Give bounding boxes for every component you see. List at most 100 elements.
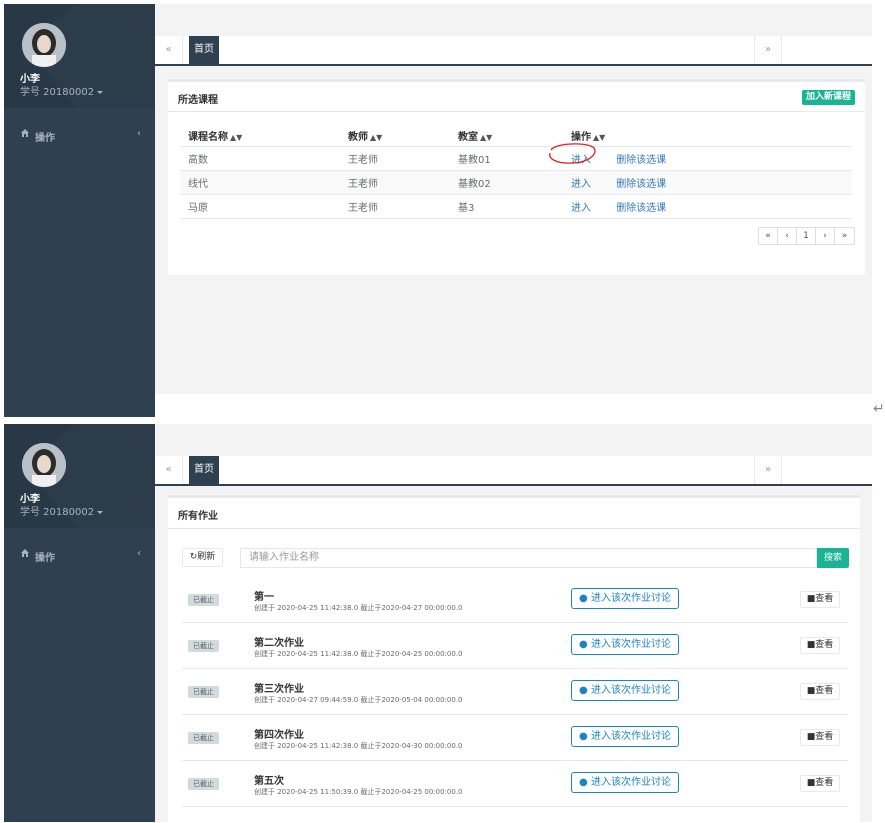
homework-title: 第五次	[254, 776, 284, 787]
sidebar-item-label: 操作	[35, 133, 55, 144]
page-first-button[interactable]: «	[759, 228, 778, 244]
sort-icon: ▲▼	[370, 132, 383, 142]
folder-icon: ■	[806, 778, 816, 788]
caret-down-icon	[97, 90, 104, 94]
avatar[interactable]	[22, 23, 66, 67]
search-input[interactable]: 请输入作业名称	[240, 548, 817, 568]
table-row: 马原 王老师 基3 进入 删除该选课	[180, 194, 852, 219]
delete-course-link[interactable]: 删除该选课	[616, 203, 666, 214]
homework-title: 第一	[254, 592, 274, 603]
sidebar-item-operations[interactable]: 操作 ‹	[4, 124, 155, 146]
discussion-label: 进入该次作业讨论	[590, 593, 671, 604]
chevron-left-icon: ‹	[137, 548, 141, 559]
refresh-label: 刷新	[197, 552, 216, 562]
view-button[interactable]: ■查看	[800, 683, 840, 700]
status-badge: 已截止	[188, 778, 219, 790]
sort-icon: ▲▼	[593, 132, 606, 142]
sort-icon: ▲▼	[230, 132, 243, 142]
discussion-label: 进入该次作业讨论	[590, 685, 671, 696]
footer	[155, 394, 872, 417]
delete-course-link[interactable]: 删除该选课	[616, 155, 666, 166]
discussion-button[interactable]: ● 进入该次作业讨论	[571, 634, 679, 655]
user-id-dropdown[interactable]: 学号 20180002	[20, 83, 104, 98]
view-label: 查看	[815, 778, 834, 788]
home-icon	[21, 549, 29, 560]
folder-icon: ■	[806, 640, 816, 650]
tab-scroll-left-button[interactable]: «	[155, 36, 183, 64]
sidebar: 小李 学号 20180002 操作 ‹	[4, 424, 155, 822]
comments-icon: ●	[579, 685, 588, 696]
pagination: « ‹ 1 › »	[758, 227, 855, 245]
homework-title: 第三次作业	[254, 684, 304, 695]
tab-scroll-right-button[interactable]: »	[754, 456, 782, 484]
view-button[interactable]: ■查看	[800, 729, 840, 746]
red-circle-annotation	[549, 142, 596, 164]
divider	[168, 111, 865, 112]
course-box: 所选课程 加入新课程 课程名称 ▲▼ 教师 ▲▼ 教室 ▲▼ 操作 ▲▼ 高数 王老师 …	[168, 79, 865, 275]
view-button[interactable]: ■查看	[800, 775, 840, 792]
chevron-left-icon: ‹	[137, 128, 141, 139]
cell-actions: 进入 删除该选课	[549, 142, 852, 171]
sort-icon: ▲▼	[480, 132, 493, 142]
status-badge: 已截止	[188, 732, 219, 744]
view-label: 查看	[815, 732, 834, 742]
avatar[interactable]	[22, 443, 66, 487]
divider	[168, 528, 860, 529]
cell-room: 基3	[450, 194, 563, 219]
discussion-button[interactable]: ● 进入该次作业讨论	[571, 588, 679, 609]
user-id-label: 学号 20180002	[20, 87, 95, 98]
sidebar-item-operations[interactable]: 操作 ‹	[4, 544, 155, 566]
return-arrow-icon: ↵	[873, 401, 885, 417]
top-navbar	[155, 4, 872, 36]
view-button[interactable]: ■查看	[800, 637, 840, 654]
view-button[interactable]: ■查看	[800, 591, 840, 608]
cell-course-name: 线代	[180, 170, 340, 195]
homework-meta: 创建于 2020-04-25 11:42:38.0 截止于2020-04-27 …	[254, 604, 463, 612]
tab-bar: « 首页 »	[155, 36, 872, 66]
discussion-label: 进入该次作业讨论	[590, 731, 671, 742]
enter-course-link[interactable]: 进入	[571, 179, 591, 190]
column-header-teacher[interactable]: 教师 ▲▼	[340, 125, 450, 147]
refresh-button[interactable]: ↻刷新	[182, 548, 223, 567]
view-label: 查看	[815, 686, 834, 696]
delete-course-link[interactable]: 删除该选课	[616, 179, 666, 190]
tab-home[interactable]: 首页	[189, 36, 219, 64]
discussion-button[interactable]: ● 进入该次作业讨论	[571, 680, 679, 701]
enter-course-link[interactable]: 进入	[571, 203, 591, 214]
homework-meta: 创建于 2020-04-25 11:42:38.0 截止于2020-04-25 …	[254, 650, 463, 658]
sidebar-item-label: 操作	[35, 553, 55, 564]
page-last-button[interactable]: »	[835, 228, 854, 244]
page-number-button[interactable]: 1	[797, 228, 816, 244]
view-label: 查看	[815, 640, 834, 650]
homework-title: 第四次作业	[254, 730, 304, 741]
tab-scroll-left-button[interactable]: «	[155, 456, 183, 484]
add-course-button[interactable]: 加入新课程	[801, 90, 855, 105]
top-navbar	[155, 424, 872, 456]
discussion-label: 进入该次作业讨论	[590, 639, 671, 650]
tab-home[interactable]: 首页	[189, 456, 219, 484]
page-next-button[interactable]: ›	[816, 228, 835, 244]
homework-page: 小李 学号 20180002 操作 ‹ « 首页 » 所有作业 ↻刷新 请输入作…	[4, 424, 872, 822]
status-badge: 已截止	[188, 640, 219, 652]
homework-meta: 创建于 2020-04-27 09:44:59.0 截止于2020-05-04 …	[254, 696, 463, 704]
cell-actions: 进入 删除该选课	[563, 194, 852, 219]
user-id-dropdown[interactable]: 学号 20180002	[20, 503, 104, 518]
folder-icon: ■	[806, 732, 816, 742]
tab-scroll-right-button[interactable]: »	[754, 36, 782, 64]
homework-title: 第二次作业	[254, 638, 304, 649]
page-prev-button[interactable]: ‹	[778, 228, 797, 244]
search-button[interactable]: 搜索	[817, 548, 849, 568]
profile-header: 小李 学号 20180002	[4, 424, 155, 528]
cell-course-name: 马原	[180, 194, 340, 219]
comments-icon: ●	[579, 731, 588, 742]
list-item: 已截止 第四次作业 创建于 2020-04-25 11:42:38.0 截止于2…	[182, 715, 848, 761]
column-header-actions[interactable]: 操作 ▲▼	[563, 125, 852, 147]
course-page: 小李 学号 20180002 操作 ‹ « 首页 » 所选课程 加入新课程 课程…	[4, 4, 872, 417]
folder-icon: ■	[806, 594, 816, 604]
homework-box: 所有作业 ↻刷新 请输入作业名称 搜索 已截止 第一 创建于 2020-04-2…	[168, 495, 860, 822]
cell-teacher: 王老师	[340, 194, 450, 219]
discussion-button[interactable]: ● 进入该次作业讨论	[571, 726, 679, 747]
column-header-name[interactable]: 课程名称 ▲▼	[180, 125, 340, 147]
status-badge: 已截止	[188, 686, 219, 698]
discussion-button[interactable]: ● 进入该次作业讨论	[571, 772, 679, 793]
